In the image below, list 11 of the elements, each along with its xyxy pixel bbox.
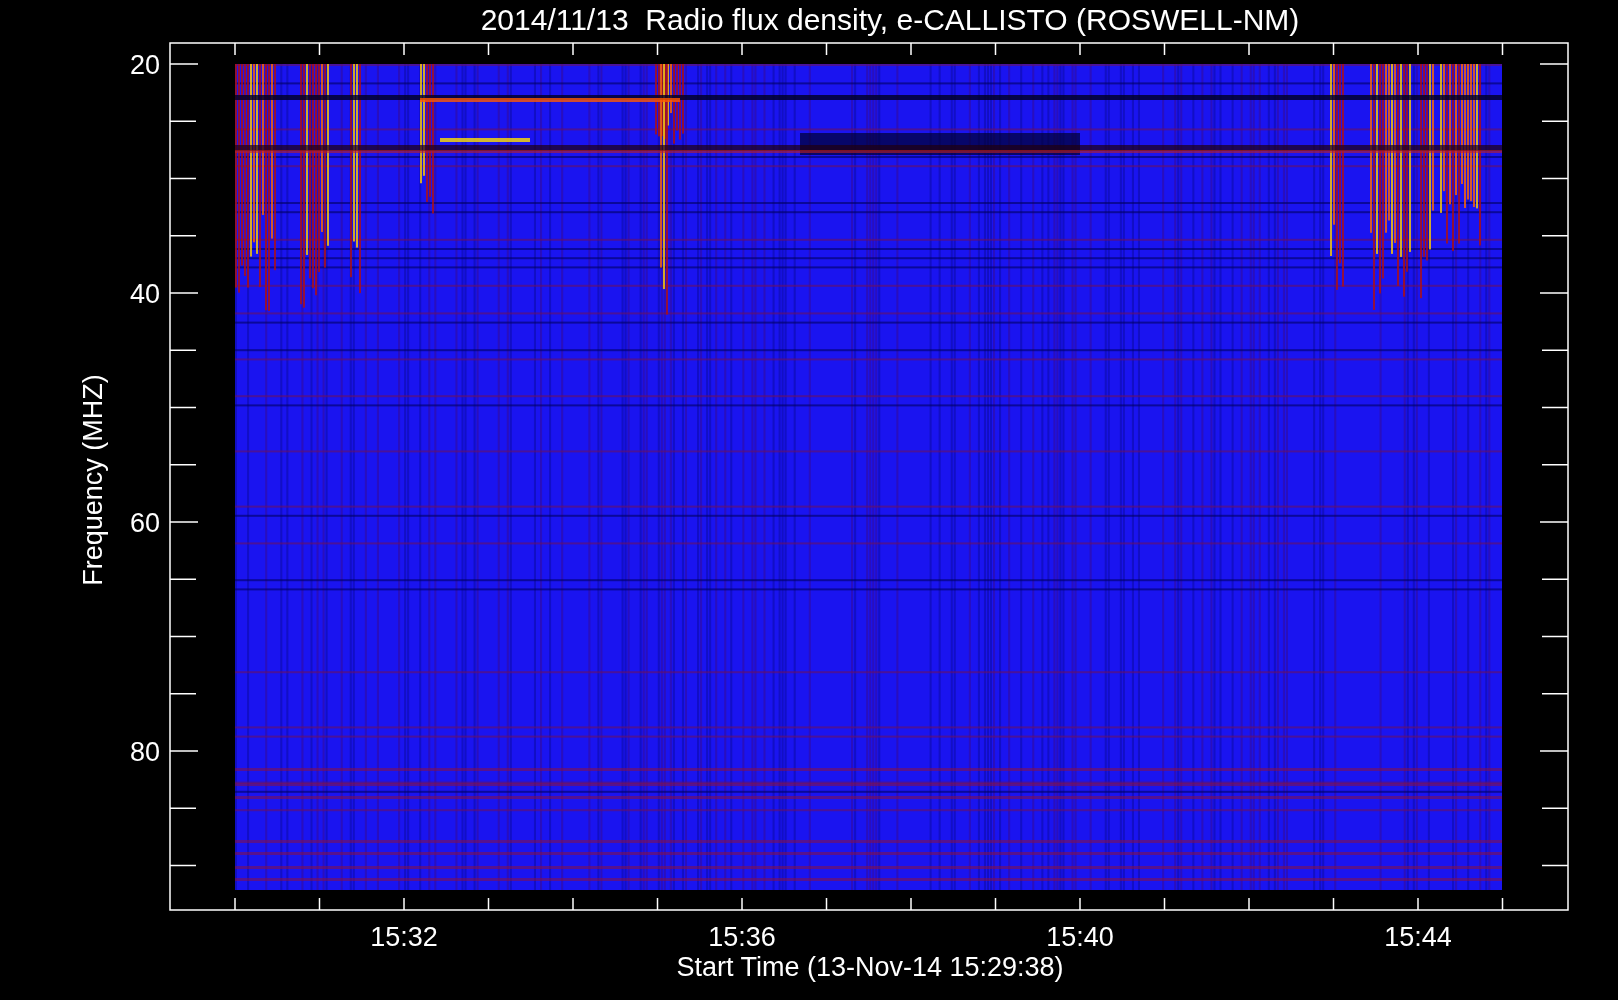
- axis-label: Start Time (13-Nov-14 15:29:38): [676, 952, 1064, 982]
- tick-label: 15:36: [708, 922, 776, 952]
- tick-label: 15:44: [1384, 922, 1452, 952]
- tick-label: 20: [129, 50, 160, 80]
- tick-label: 40: [129, 279, 160, 309]
- plot-title: 2014/11/13 Radio flux density, e-CALLISTO (ROSWELL-NM): [480, 3, 1300, 36]
- tick-label: 15:32: [370, 922, 438, 952]
- tick-label: 80: [129, 737, 160, 767]
- tick-label: 15:40: [1046, 922, 1114, 952]
- axis-label: Frequency (MHZ): [78, 374, 108, 586]
- tick-label: 60: [129, 508, 160, 538]
